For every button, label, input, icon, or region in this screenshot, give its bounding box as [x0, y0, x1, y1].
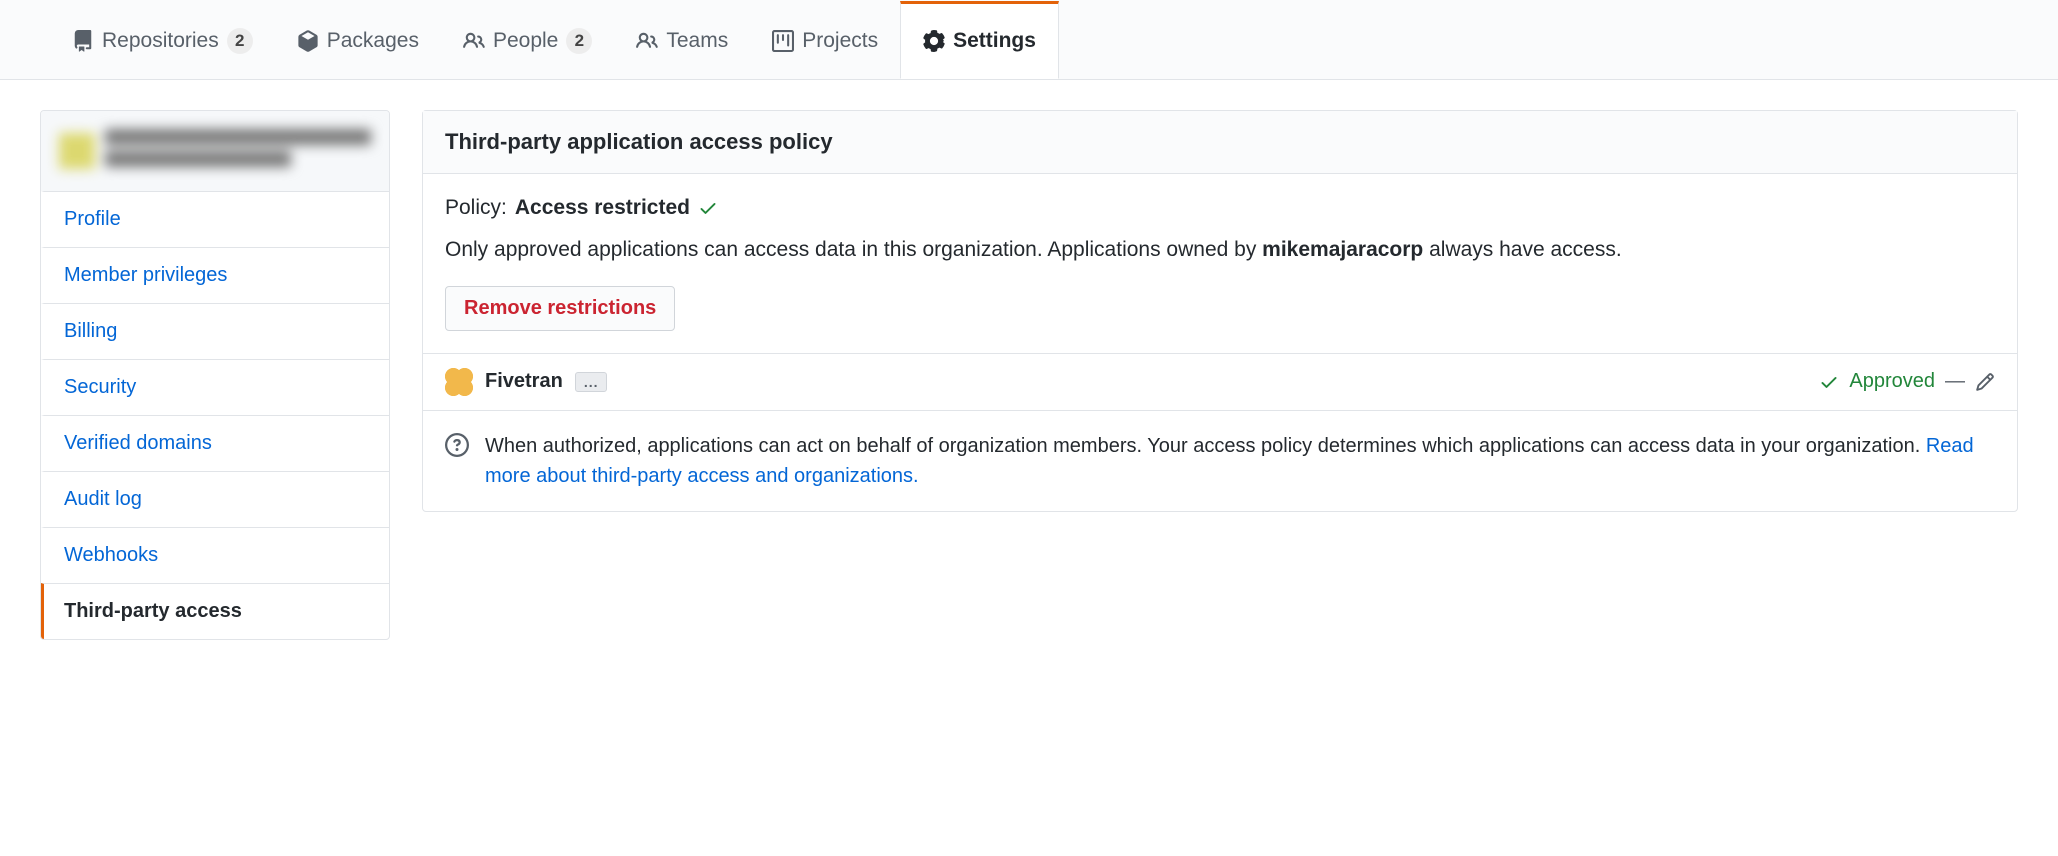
org-name: mikemajaracorp [1262, 238, 1423, 261]
sidebar-item-third-party-access[interactable]: Third-party access [41, 583, 389, 639]
app-row-fivetran: Fivetran ... Approved — [423, 354, 2017, 411]
settings-sidebar: Profile Member privileges Billing Securi… [40, 110, 390, 640]
tab-label: Settings [953, 29, 1036, 53]
remove-restrictions-button[interactable]: Remove restrictions [445, 286, 675, 331]
tab-label: Packages [327, 29, 419, 53]
app-name: Fivetran [485, 370, 563, 393]
sidebar-item-verified-domains[interactable]: Verified domains [41, 415, 389, 471]
policy-label: Policy: [445, 196, 507, 220]
teams-icon [636, 30, 658, 52]
info-text: When authorized, applications can act on… [485, 435, 1926, 457]
tab-label: Repositories [102, 29, 219, 53]
sidebar-org-header [41, 111, 389, 191]
tab-repositories[interactable]: Repositories 2 [50, 1, 275, 79]
people-count: 2 [566, 28, 592, 54]
info-row: When authorized, applications can act on… [423, 411, 2017, 511]
tab-teams[interactable]: Teams [614, 1, 750, 79]
check-icon [1819, 372, 1839, 392]
policy-status: Access restricted [515, 196, 690, 220]
tab-people[interactable]: People 2 [441, 1, 614, 79]
policy-section: Policy: Access restricted Only approved … [423, 174, 2017, 354]
policy-description: Only approved applications can access da… [445, 234, 1995, 266]
sidebar-item-billing[interactable]: Billing [41, 303, 389, 359]
tab-label: People [493, 29, 558, 53]
separator: — [1945, 370, 1965, 393]
tab-label: Projects [802, 29, 878, 53]
org-top-nav: Repositories 2 Packages People 2 Teams P… [0, 0, 2058, 80]
pencil-icon[interactable] [1975, 372, 1995, 392]
people-icon [463, 30, 485, 52]
repo-icon [72, 30, 94, 52]
project-icon [772, 30, 794, 52]
app-status: Approved [1849, 370, 1935, 393]
sidebar-item-security[interactable]: Security [41, 359, 389, 415]
sidebar-item-member-privileges[interactable]: Member privileges [41, 247, 389, 303]
tab-packages[interactable]: Packages [275, 1, 441, 79]
question-icon [445, 433, 469, 457]
tab-settings[interactable]: Settings [900, 1, 1059, 79]
main-panel: Third-party application access policy Po… [422, 110, 2018, 512]
app-more-icon[interactable]: ... [575, 372, 608, 392]
sidebar-item-webhooks[interactable]: Webhooks [41, 527, 389, 583]
tab-projects[interactable]: Projects [750, 1, 900, 79]
sidebar-item-audit-log[interactable]: Audit log [41, 471, 389, 527]
gear-icon [923, 30, 945, 52]
repo-count: 2 [227, 28, 253, 54]
panel-title: Third-party application access policy [423, 111, 2017, 174]
package-icon [297, 30, 319, 52]
tab-label: Teams [666, 29, 728, 53]
check-icon [698, 198, 718, 218]
fivetran-app-icon [445, 368, 473, 396]
sidebar-item-profile[interactable]: Profile [41, 191, 389, 247]
